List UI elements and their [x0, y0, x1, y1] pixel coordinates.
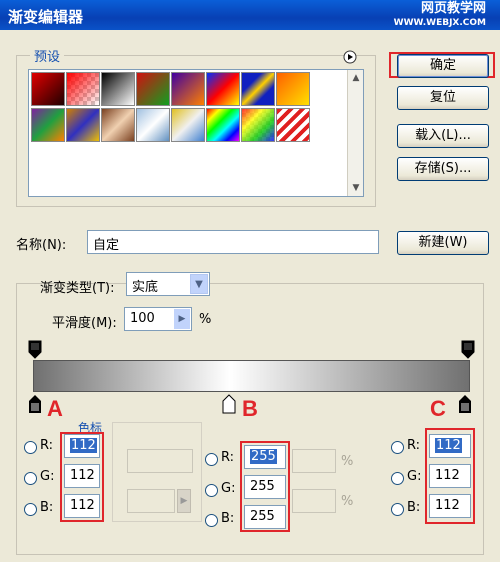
g-field-b[interactable]: 255 [244, 475, 286, 499]
r-field-a[interactable]: 112 [64, 434, 100, 458]
preset-swatch[interactable] [31, 108, 65, 142]
gradient-type-select[interactable]: 实底 ▼ [126, 272, 210, 296]
disabled-field-2 [127, 489, 175, 513]
label-r-b: R: [221, 450, 235, 465]
radio-b-c[interactable] [391, 503, 404, 516]
presets-scrollbar[interactable]: ▲ ▼ [347, 70, 363, 196]
opacity-stop-left-icon[interactable] [28, 340, 42, 360]
unit-g-b: % [341, 494, 354, 509]
name-label: 名称(N): [16, 238, 67, 253]
scroll-down-icon[interactable]: ▼ [350, 182, 362, 194]
preset-swatch[interactable] [241, 72, 275, 106]
radio-r-a[interactable] [24, 441, 37, 454]
gradient-bar[interactable] [33, 360, 470, 392]
preset-swatch[interactable] [136, 108, 170, 142]
radio-b-b[interactable] [205, 514, 218, 527]
r-field-b[interactable]: 255 [244, 445, 286, 469]
radio-g-b[interactable] [205, 484, 218, 497]
arrow-right-icon[interactable]: ▶ [174, 309, 190, 329]
watermark-line2: WWW.WEBJX.COM [393, 18, 486, 28]
smoothness-label: 平滑度(M): [52, 316, 117, 331]
radio-r-c[interactable] [391, 441, 404, 454]
preset-swatch[interactable] [31, 72, 65, 106]
color-stop-middle-icon[interactable] [222, 394, 236, 414]
ok-button[interactable]: 确定 [397, 54, 489, 78]
radio-g-c[interactable] [391, 472, 404, 485]
preset-swatch[interactable] [206, 72, 240, 106]
r-field-c[interactable]: 112 [429, 434, 471, 458]
window-title: 渐变编辑器 [8, 8, 84, 26]
new-button[interactable]: 新建(W) [397, 231, 489, 255]
unit-r-b: % [341, 454, 354, 469]
color-stop-left-icon[interactable] [28, 394, 42, 414]
save-button[interactable]: 存储(S)... [397, 157, 489, 181]
b-field-b[interactable]: 255 [244, 505, 286, 529]
preset-swatch[interactable] [66, 72, 100, 106]
g-field-c[interactable]: 112 [429, 464, 471, 488]
disabled-field-1 [127, 449, 193, 473]
gradient-type-label: 渐变类型(T): [40, 281, 115, 296]
opacity-stop-right-icon[interactable] [461, 340, 475, 360]
label-r-c: R: [407, 438, 421, 453]
load-button[interactable]: 载入(L)... [397, 124, 489, 148]
label-g-b: G: [221, 481, 236, 496]
watermark-line1: 网页教学网 [420, 1, 486, 16]
radio-b-a[interactable] [24, 503, 37, 516]
scroll-up-icon[interactable]: ▲ [350, 72, 362, 84]
reset-button[interactable]: 复位 [397, 86, 489, 110]
marker-c: C [430, 396, 446, 421]
preset-swatch[interactable] [136, 72, 170, 106]
disabled-field-3 [292, 449, 336, 473]
presets-legend: 预设 [30, 46, 65, 65]
marker-b: B [242, 396, 258, 421]
watermark: 网页教学网 WWW.WEBJX.COM [394, 2, 486, 30]
preset-swatch[interactable] [171, 108, 205, 142]
chevron-down-icon[interactable]: ▼ [190, 274, 208, 294]
preset-swatch[interactable] [171, 72, 205, 106]
gradient-type-value: 实底 [132, 280, 159, 295]
smoothness-unit: % [199, 312, 212, 327]
b-field-a[interactable]: 112 [64, 494, 100, 518]
marker-a: A [47, 396, 63, 421]
preset-swatch[interactable] [206, 108, 240, 142]
smoothness-field[interactable]: 100 ▶ [124, 307, 192, 331]
name-field[interactable]: 自定 [87, 230, 379, 254]
disabled-field-4 [292, 489, 336, 513]
label-g-a: G: [40, 469, 55, 484]
disabled-arrow-icon: ▶ [177, 489, 191, 513]
preset-swatch[interactable] [276, 72, 310, 106]
b-field-c[interactable]: 112 [429, 494, 471, 518]
label-b-b: B: [221, 511, 235, 526]
smoothness-value: 100 [130, 311, 155, 326]
presets-menu-icon[interactable] [343, 50, 357, 64]
g-field-a[interactable]: 112 [64, 464, 100, 488]
label-r-a: R: [40, 438, 54, 453]
preset-swatch[interactable] [276, 108, 310, 142]
radio-r-b[interactable] [205, 453, 218, 466]
color-stop-right-icon[interactable] [458, 394, 472, 414]
preset-swatch[interactable] [241, 108, 275, 142]
label-b-c: B: [407, 500, 421, 515]
preset-swatch[interactable] [101, 108, 135, 142]
title-bar[interactable]: 渐变编辑器 网页教学网 WWW.WEBJX.COM [0, 0, 500, 30]
label-b-a: B: [40, 500, 54, 515]
label-g-c: G: [407, 469, 422, 484]
preset-swatches[interactable]: ▲ ▼ [28, 69, 364, 197]
preset-swatch[interactable] [101, 72, 135, 106]
radio-g-a[interactable] [24, 472, 37, 485]
preset-swatch[interactable] [66, 108, 100, 142]
